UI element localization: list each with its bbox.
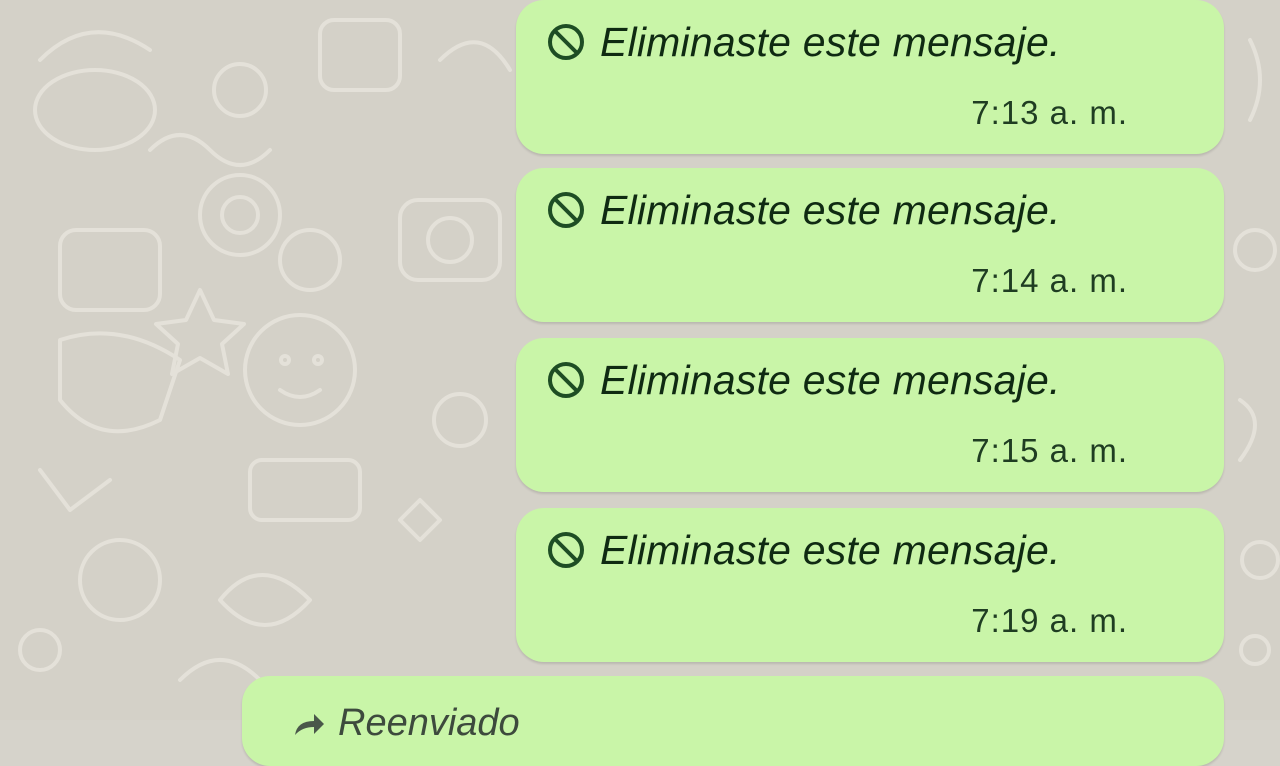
forwarded-label: Reenviado bbox=[338, 702, 520, 744]
deleted-message-text: Eliminaste este mensaje. bbox=[600, 186, 1061, 233]
forwarded-message-bubble[interactable]: Reenviado bbox=[242, 676, 1224, 766]
message-timestamp: 7:13 a. m. bbox=[971, 94, 1128, 131]
message-bubble[interactable]: Eliminaste este mensaje. 7:15 a. m. bbox=[516, 338, 1224, 492]
message-content: Eliminaste este mensaje. bbox=[546, 186, 1061, 233]
message-content: Eliminaste este mensaje. bbox=[546, 356, 1061, 403]
message-bubble[interactable]: Eliminaste este mensaje. 7:13 a. m. bbox=[516, 0, 1224, 154]
deleted-message-text: Eliminaste este mensaje. bbox=[600, 18, 1061, 65]
blocked-icon bbox=[548, 362, 584, 398]
message-content: Eliminaste este mensaje. bbox=[546, 18, 1061, 65]
deleted-message-text: Eliminaste este mensaje. bbox=[600, 526, 1061, 573]
message-bubble[interactable]: Eliminaste este mensaje. 7:14 a. m. bbox=[516, 168, 1224, 322]
deleted-message-text: Eliminaste este mensaje. bbox=[600, 356, 1061, 403]
blocked-icon bbox=[548, 532, 584, 568]
message-timestamp: 7:19 a. m. bbox=[971, 602, 1128, 639]
forward-arrow-icon bbox=[295, 713, 324, 735]
message-timestamp: 7:15 a. m. bbox=[971, 432, 1128, 469]
blocked-icon bbox=[548, 24, 584, 60]
message-content: Eliminaste este mensaje. bbox=[546, 526, 1061, 573]
blocked-icon bbox=[548, 192, 584, 228]
forwarded-header: Reenviado bbox=[292, 702, 520, 745]
message-timestamp: 7:14 a. m. bbox=[971, 262, 1128, 299]
message-bubble[interactable]: Eliminaste este mensaje. 7:19 a. m. bbox=[516, 508, 1224, 662]
